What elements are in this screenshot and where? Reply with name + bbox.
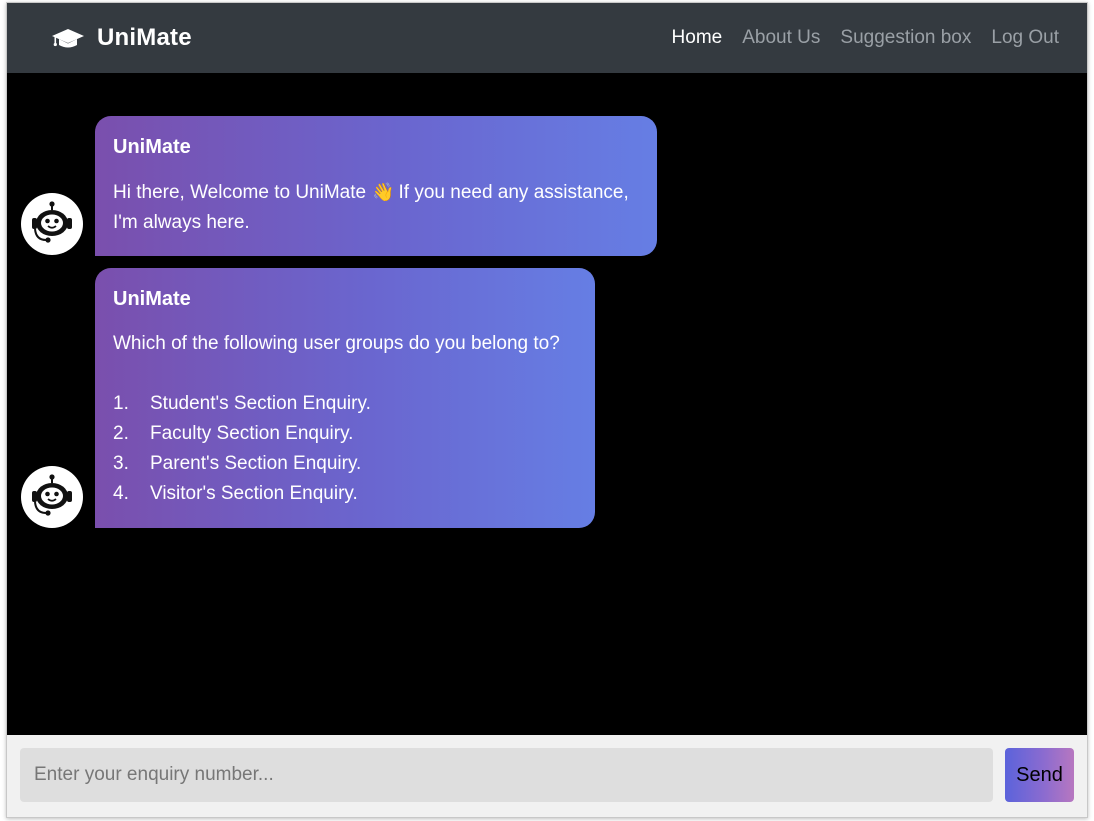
option-number: 3. <box>113 453 129 474</box>
nav-links: Home About Us Suggestion box Log Out <box>652 3 1059 73</box>
navbar: UniMate Home About Us Suggestion box Log… <box>7 3 1087 73</box>
graduation-cap-icon <box>51 26 85 50</box>
message-text-part: Hi there, Welcome to UniMate <box>113 182 367 203</box>
option-label: Parent's Section Enquiry. <box>150 453 362 474</box>
option-item: 3. Parent's Section Enquiry. <box>113 449 577 479</box>
nav-log-out[interactable]: Log Out <box>991 27 1059 49</box>
send-button[interactable]: Send <box>1005 748 1074 802</box>
nav-about-us[interactable]: About Us <box>742 27 820 49</box>
option-number: 4. <box>113 483 129 504</box>
bot-message-bubble: UniMate Hi there, Welcome to UniMate 👋 If … <box>95 116 657 256</box>
app-window: UniMate Home About Us Suggestion box Log… <box>6 2 1088 818</box>
brand-name: UniMate <box>97 24 192 51</box>
option-item: 2. Faculty Section Enquiry. <box>113 419 577 449</box>
message-text: Hi there, Welcome to UniMate 👋 If you need… <box>113 177 639 238</box>
bot-message-bubble: UniMate Which of the following user grou… <box>95 268 595 528</box>
nav-suggestion-box[interactable]: Suggestion box <box>840 27 971 49</box>
message-composer: Send <box>7 735 1087 817</box>
nav-home[interactable]: Home <box>672 27 723 49</box>
message-sender: UniMate <box>113 288 191 310</box>
options-list: 1. Student's Section Enquiry. 2. Faculty S… <box>113 389 577 509</box>
bot-avatar <box>21 193 83 255</box>
option-item: 4. Visitor's Section Enquiry. <box>113 479 577 509</box>
waving-hand-icon: 👋 <box>372 182 395 202</box>
option-item: 1. Student's Section Enquiry. <box>113 389 577 419</box>
option-number: 1. <box>113 393 129 414</box>
brand[interactable]: UniMate <box>51 3 192 73</box>
robot-icon <box>27 197 77 252</box>
robot-icon <box>27 470 77 525</box>
option-label: Student's Section Enquiry. <box>150 393 371 414</box>
option-number: 2. <box>113 423 129 444</box>
enquiry-input[interactable] <box>20 748 993 802</box>
option-label: Faculty Section Enquiry. <box>150 423 354 444</box>
option-label: Visitor's Section Enquiry. <box>150 483 358 504</box>
message-text: Which of the following user groups do yo… <box>113 333 560 354</box>
chat-area[interactable]: UniMate Hi there, Welcome to UniMate 👋 If … <box>7 73 1087 735</box>
message-sender: UniMate <box>113 136 191 158</box>
bot-avatar <box>21 466 83 528</box>
